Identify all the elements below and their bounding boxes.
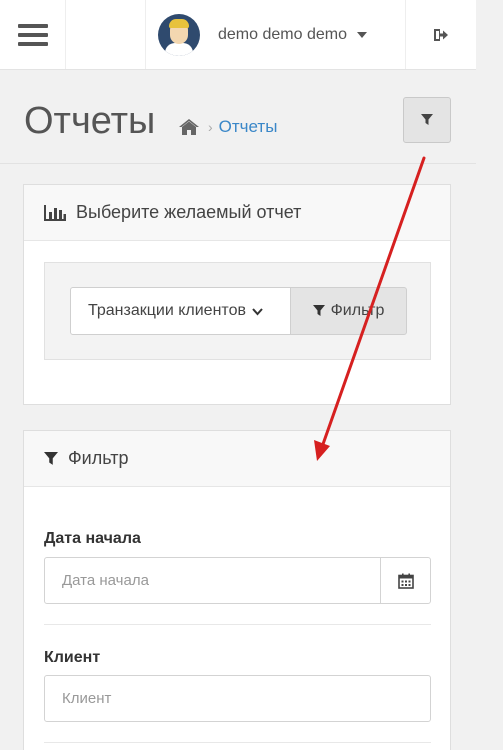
divider: [44, 742, 431, 743]
top-navbar: demo demo demo: [0, 0, 476, 70]
filter-panel-title: Фильтр: [68, 448, 129, 468]
filter-icon: [312, 305, 325, 316]
breadcrumb-current[interactable]: Отчеты: [219, 117, 278, 137]
report-type-value: Транзакции клиентов: [88, 302, 246, 319]
page-header: Отчеты › Отчеты: [0, 70, 476, 164]
report-select-panel: Выберите желаемый отчет Транзакции клиен…: [23, 184, 451, 405]
breadcrumb-separator: ›: [208, 119, 213, 135]
start-date-label: Дата начала: [44, 530, 141, 547]
bar-chart-icon: [44, 204, 66, 221]
filter-panel: Фильтр Дата начала Дата начала Клиент Кл…: [23, 430, 451, 750]
start-date-input[interactable]: Дата начала: [44, 557, 381, 604]
calendar-icon: [397, 573, 414, 589]
logout-button[interactable]: [406, 0, 476, 69]
apply-filter-button[interactable]: Фильтр: [290, 287, 407, 335]
user-menu[interactable]: demo demo demo: [146, 0, 406, 69]
filter-icon: [44, 451, 58, 466]
report-type-select[interactable]: Транзакции клиентов: [70, 287, 291, 335]
report-panel-header: Выберите желаемый отчет: [24, 185, 450, 241]
sign-out-icon: [434, 28, 448, 41]
client-label: Клиент: [44, 649, 101, 666]
report-select-well: Транзакции клиентов Фильтр: [44, 262, 431, 360]
filter-button-label: Фильтр: [330, 302, 385, 319]
filter-panel-header: Фильтр: [24, 431, 450, 487]
home-icon[interactable]: [178, 118, 200, 136]
divider: [44, 624, 431, 625]
username: demo demo demo: [218, 25, 347, 43]
hamburger-icon: [17, 23, 48, 46]
navbar-spacer: [66, 0, 146, 69]
page-title: Отчеты: [24, 100, 156, 142]
filter-icon: [421, 114, 433, 125]
client-placeholder: Клиент: [62, 690, 112, 707]
client-input[interactable]: Клиент: [44, 675, 431, 722]
menu-toggle-button[interactable]: [0, 0, 66, 69]
calendar-button[interactable]: [380, 557, 431, 604]
filter-toggle-button[interactable]: [403, 97, 451, 143]
report-panel-title: Выберите желаемый отчет: [76, 202, 302, 222]
chevron-down-icon: [252, 304, 263, 319]
breadcrumb: › Отчеты: [178, 117, 277, 137]
avatar: [158, 13, 200, 56]
start-date-placeholder: Дата начала: [62, 572, 149, 589]
caret-down-icon: [356, 31, 367, 38]
